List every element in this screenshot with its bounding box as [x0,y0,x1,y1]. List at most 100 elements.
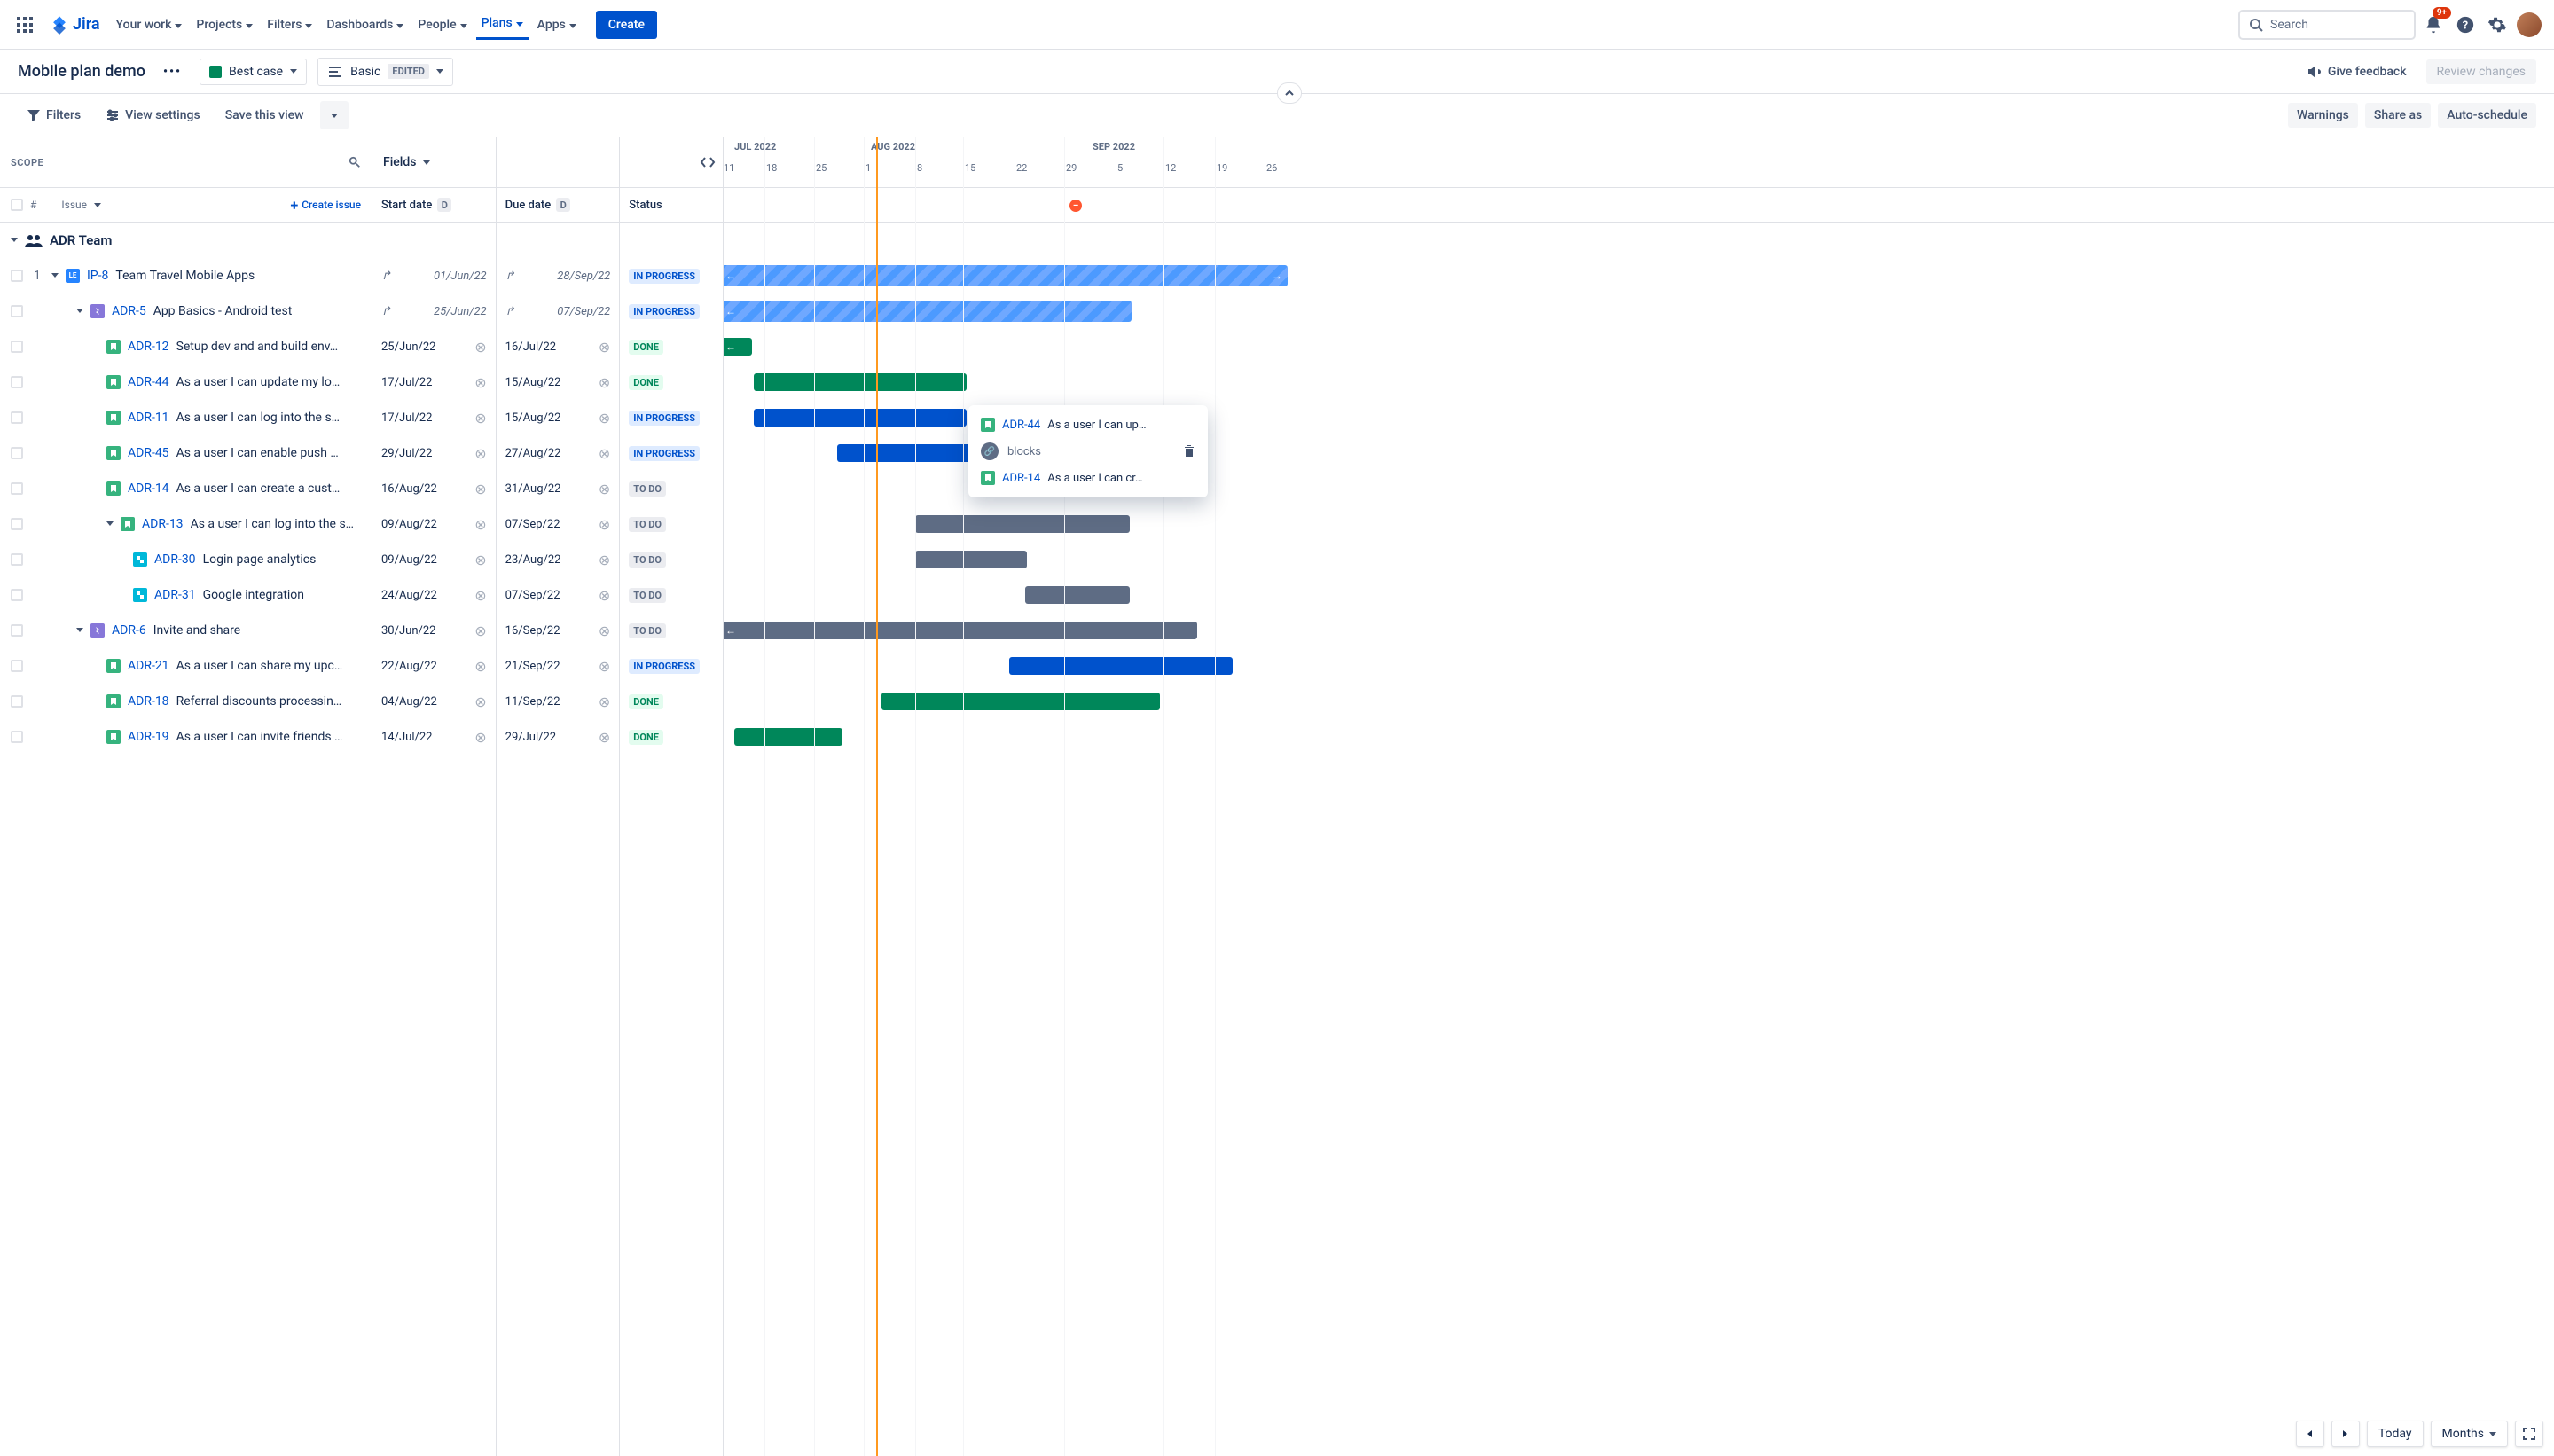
status-cell[interactable]: DONE [620,684,723,719]
timeline-row[interactable] [724,542,2554,577]
status-cell[interactable]: DONE [620,329,723,364]
issue-key[interactable]: ADR-19 [128,730,169,744]
status-cell[interactable]: DONE [620,719,723,755]
delete-dependency-icon[interactable] [1183,445,1195,458]
profile-avatar[interactable] [2515,11,2543,39]
due-date-cell[interactable]: 29/Jul/22⊗ [497,719,620,755]
issue-key[interactable]: IP-8 [87,269,108,283]
status-cell[interactable]: TO DO [620,613,723,648]
timeline-row[interactable]: ← [724,613,2554,648]
row-checkbox[interactable] [11,518,23,530]
due-date-cell[interactable]: 11/Sep/22⊗ [497,684,620,719]
issue-header[interactable]: Issue [61,199,87,211]
nav-projects[interactable]: Projects [191,11,258,39]
row-expand-icon[interactable] [51,273,59,278]
timeline-row[interactable] [724,719,2554,755]
issue-key[interactable]: ADR-5 [112,304,146,318]
issue-row[interactable]: ADR-14As a user I can create a cust… [0,471,372,506]
timeline-bar[interactable] [1009,657,1233,675]
hierarchy-selector[interactable]: Basic EDITED [317,58,453,86]
fields-header[interactable]: Fields [383,155,416,169]
clear-date-icon[interactable]: ⊗ [474,339,486,356]
timeline-bar[interactable]: ←→ [724,265,1288,286]
due-date-cell[interactable]: 07/Sep/22⊗ [497,506,620,542]
save-view-dropdown[interactable] [320,101,349,129]
timeline-bar[interactable] [881,693,1160,710]
save-view-button[interactable]: Save this view [216,103,313,128]
issue-row[interactable]: ADR-31Google integration [0,577,372,613]
give-feedback-button[interactable]: Give feedback [2298,59,2416,85]
team-row[interactable]: ADR Team [0,223,372,258]
clear-date-icon[interactable]: ⊗ [599,481,610,497]
start-date-cell[interactable]: 16/Aug/22⊗ [372,471,496,506]
status-cell[interactable]: IN PROGRESS [620,400,723,435]
timeline-row[interactable] [724,506,2554,542]
due-date-cell[interactable]: 21/Sep/22⊗ [497,648,620,684]
clear-date-icon[interactable]: ⊗ [474,729,486,746]
auto-schedule-button[interactable]: Auto-schedule [2438,103,2536,128]
collapse-fields-icon[interactable] [700,156,716,168]
nav-dashboards[interactable]: Dashboards [321,11,409,39]
clear-date-icon[interactable]: ⊗ [599,374,610,391]
due-date-cell[interactable]: 27/Aug/22⊗ [497,435,620,471]
status-cell[interactable]: TO DO [620,471,723,506]
start-date-cell[interactable]: ↱25/Jun/22 [372,294,496,329]
fullscreen-icon[interactable] [2515,1421,2543,1447]
dependency-target[interactable]: ADR-14 As a user I can cr… [975,466,1201,490]
jira-logo[interactable]: Jira [50,15,100,35]
status-cell[interactable]: TO DO [620,577,723,613]
row-checkbox[interactable] [11,305,23,317]
due-date-cell[interactable]: 15/Aug/22⊗ [497,400,620,435]
share-as-button[interactable]: Share as [2365,103,2431,128]
issue-row[interactable]: ADR-12Setup dev and and build env… [0,329,372,364]
create-issue-button[interactable]: + Create issue [291,197,362,214]
issue-row[interactable]: ADR-21As a user I can share my upc… [0,648,372,684]
clear-date-icon[interactable]: ⊗ [599,658,610,675]
clear-date-icon[interactable]: ⊗ [599,552,610,568]
row-checkbox[interactable] [11,411,23,424]
issue-key[interactable]: ADR-21 [128,659,169,673]
due-date-cell[interactable]: 23/Aug/22⊗ [497,542,620,577]
start-date-cell[interactable]: 30/Jun/22⊗ [372,613,496,648]
due-date-cell[interactable]: ↱28/Sep/22 [497,258,620,294]
warnings-button[interactable]: Warnings [2288,103,2358,128]
clear-date-icon[interactable]: ⊗ [599,693,610,710]
nav-plans[interactable]: Plans [476,9,529,40]
row-checkbox[interactable] [11,731,23,743]
issue-row[interactable]: ADR-18Referral discounts processin… [0,684,372,719]
clear-date-icon[interactable]: ⊗ [474,622,486,639]
start-date-cell[interactable]: 17/Jul/22⊗ [372,400,496,435]
issue-row[interactable]: ADR-44As a user I can update my lo… [0,364,372,400]
timeline-row[interactable] [724,648,2554,684]
start-date-cell[interactable]: 09/Aug/22⊗ [372,506,496,542]
help-icon[interactable]: ? [2451,11,2480,39]
due-date-cell[interactable]: 16/Jul/22⊗ [497,329,620,364]
status-cell[interactable]: IN PROGRESS [620,258,723,294]
start-date-cell[interactable]: 04/Aug/22⊗ [372,684,496,719]
issue-key[interactable]: ADR-44 [128,375,169,389]
timeline-row[interactable]: ←→ [724,258,2554,294]
due-date-cell[interactable]: ↱07/Sep/22 [497,294,620,329]
start-date-cell[interactable]: ↱01/Jun/22 [372,258,496,294]
timeline-prev-button[interactable] [2296,1421,2324,1447]
timeline-bar[interactable] [915,515,1130,533]
row-checkbox[interactable] [11,660,23,672]
status-cell[interactable]: IN PROGRESS [620,435,723,471]
create-button[interactable]: Create [596,11,657,39]
settings-icon[interactable] [2483,11,2511,39]
timeline-row[interactable] [724,684,2554,719]
timeline-bar[interactable] [754,409,967,427]
timeline-row[interactable] [724,364,2554,400]
row-checkbox[interactable] [11,270,23,282]
due-date-cell[interactable]: 07/Sep/22⊗ [497,577,620,613]
row-checkbox[interactable] [11,376,23,388]
row-checkbox[interactable] [11,482,23,495]
row-expand-icon[interactable] [106,521,114,526]
issue-row[interactable]: ADR-6Invite and share [0,613,372,648]
team-expand-icon[interactable] [11,238,18,242]
issue-row[interactable]: ADR-13As a user I can log into the s… [0,506,372,542]
clear-date-icon[interactable]: ⊗ [474,410,486,427]
issue-key[interactable]: ADR-13 [142,517,184,531]
clear-date-icon[interactable]: ⊗ [474,552,486,568]
issue-row[interactable]: ADR-11As a user I can log into the s… [0,400,372,435]
